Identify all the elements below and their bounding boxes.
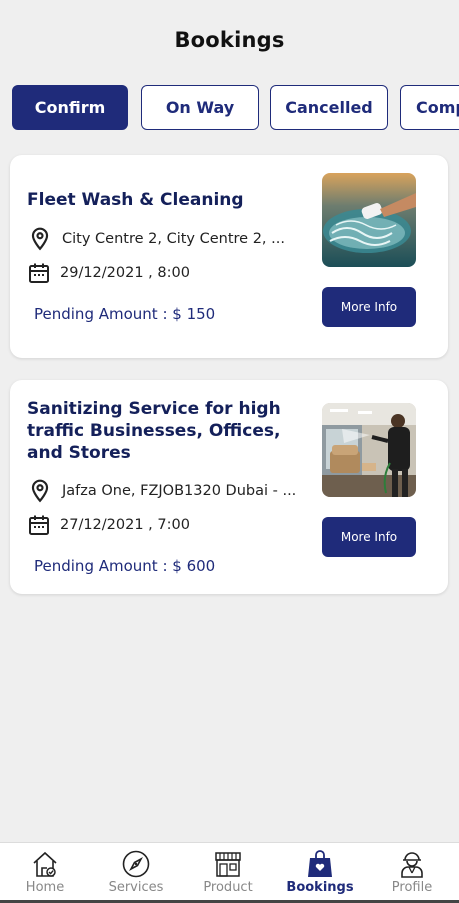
nav-profile[interactable]: Profile [372,849,452,899]
worker-icon [401,852,423,878]
datetime-text: 27/12/2021 , 7:00 [60,517,190,533]
tab-completed[interactable]: Completed [400,85,459,130]
tab-cancelled[interactable]: Cancelled [270,85,388,130]
pending-amount: Pending Amount : $ 600 [34,557,216,575]
shopping-bag-icon [308,850,332,877]
nav-label: Services [108,880,164,895]
datetime-row: 29/12/2021 , 8:00 [27,261,190,285]
sanitizing-image [322,403,416,497]
location-pin-icon [31,479,49,503]
booking-card[interactable]: Fleet Wash & Cleaning City Centre 2, Cit… [10,155,448,358]
store-icon [215,852,241,877]
nav-label: Product [203,880,253,895]
nav-product[interactable]: Product [188,849,268,899]
location-text: Jafza One, FZJOB1320 Dubai - ... [62,483,297,499]
more-info-button[interactable]: More Info [322,287,416,327]
booking-title: Sanitizing Service for high traffic Busi… [27,399,281,463]
booking-title: Fleet Wash & Cleaning [27,190,244,210]
pending-amount: Pending Amount : $ 150 [34,305,216,323]
datetime-row: 27/12/2021 , 7:00 [27,513,190,537]
datetime-text: 29/12/2021 , 8:00 [60,265,190,281]
nav-label: Home [25,880,65,895]
location-pin-icon [31,227,49,251]
nav-home[interactable]: Home [5,849,85,899]
nav-bookings[interactable]: Bookings [280,849,360,899]
nav-label: Bookings [286,880,354,895]
nav-label: Profile [391,880,433,895]
page-title: Bookings [174,28,285,52]
location-text: City Centre 2, City Centre 2, ... [62,231,285,247]
calendar-icon [29,263,49,283]
home-icon [33,851,57,877]
tab-confirm[interactable]: Confirm [12,85,128,130]
location-row: City Centre 2, City Centre 2, ... [27,226,285,252]
nav-services[interactable]: Services [96,849,176,899]
tab-on-way[interactable]: On Way [141,85,259,130]
more-info-button[interactable]: More Info [322,517,416,557]
car-wash-image [322,173,416,267]
booking-card[interactable]: Sanitizing Service for high traffic Busi… [10,380,448,594]
location-row: Jafza One, FZJOB1320 Dubai - ... [27,478,296,504]
compass-icon [122,850,150,878]
calendar-icon [29,515,49,535]
bottom-navigation: Home Services Product Bookings Profile [0,842,459,901]
